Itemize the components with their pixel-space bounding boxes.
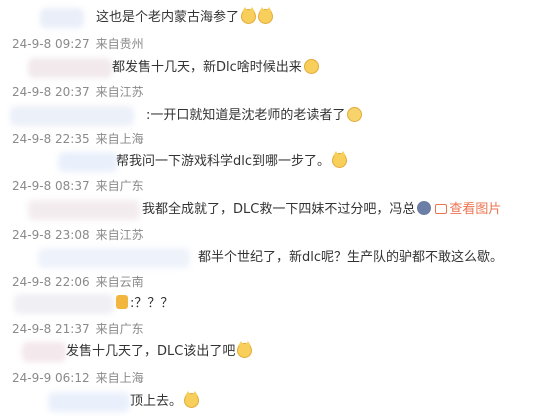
comment-row: 顶上去。 xyxy=(0,390,550,414)
comment-row: 发售十几天了，DLC该出了吧 xyxy=(0,340,550,364)
blurred-username xyxy=(14,294,114,314)
comment-text: 顶上去。 xyxy=(130,391,200,413)
cat-emoji-icon xyxy=(332,151,348,168)
comment-text: 都半个世纪了，新dlc呢？生产队的驴都不敢这么歇。 xyxy=(198,250,504,265)
blurred-username xyxy=(48,392,130,412)
comment-meta: 24-9-8 23:08 来自江苏 xyxy=(12,228,144,242)
comment-meta: 24-9-8 08:37 来自广东 xyxy=(12,179,144,193)
comment-text: 这也是个老内蒙古海参了 xyxy=(96,7,274,29)
comment-text: 我都全成就了，DLC救一下四妹不过分吧，冯总 查看图片 xyxy=(142,201,502,217)
badge-icon xyxy=(116,295,128,309)
cat-emoji-icon xyxy=(241,7,257,24)
view-image-link[interactable]: 查看图片 xyxy=(449,202,501,217)
comment-row: 帮我问一下游戏科学dlc到哪一步了。 xyxy=(0,150,550,174)
comment-text: :一开口就知道是沈老师的老读者了 xyxy=(146,105,363,127)
comment-row: 都发售十几天，新Dlc啥时候出来 xyxy=(0,56,550,80)
blurred-username xyxy=(38,248,190,268)
laugh-emoji-icon xyxy=(347,107,363,122)
comment-meta: 24-9-8 22:06 来自云南 xyxy=(12,275,144,289)
comment-meta: 24-9-8 21:37 来自广东 xyxy=(12,322,144,336)
comment-row: :？？？ xyxy=(0,292,550,316)
comment-text: 发售十几天了，DLC该出了吧 xyxy=(66,341,253,363)
blurred-username xyxy=(10,106,134,126)
emoji-icon xyxy=(303,59,319,74)
comment-row: 我都全成就了，DLC救一下四妹不过分吧，冯总 查看图片 xyxy=(0,198,550,222)
comment-meta: 24-9-9 06:12 来自上海 xyxy=(12,371,144,385)
comment-text: 帮我问一下游戏科学dlc到哪一步了。 xyxy=(116,151,348,173)
blurred-username xyxy=(28,200,140,220)
comment-row: :一开口就知道是沈老师的老读者了 xyxy=(0,104,550,128)
blurred-username xyxy=(40,8,84,28)
blurred-username xyxy=(22,342,66,362)
blurred-username xyxy=(28,58,112,78)
cat-emoji-icon xyxy=(258,7,274,24)
comment-meta: 24-9-8 22:35 来自上海 xyxy=(12,132,144,146)
comment-text: 都发售十几天，新Dlc啥时候出来 xyxy=(112,57,319,79)
cat-emoji-icon xyxy=(184,391,200,408)
comment-text: :？？？ xyxy=(116,293,173,315)
comment-meta: 24-9-8 09:27 来自贵州 xyxy=(12,37,144,51)
image-icon[interactable] xyxy=(435,204,448,214)
blurred-username xyxy=(58,152,118,172)
user-avatar-icon xyxy=(417,201,432,215)
comment-row: 这也是个老内蒙古海参了 xyxy=(0,6,550,30)
comment-row: 都半个世纪了，新dlc呢？生产队的驴都不敢这么歇。 xyxy=(0,246,550,270)
cat-emoji-icon xyxy=(237,341,253,358)
comment-meta: 24-9-8 20:37 来自江苏 xyxy=(12,85,144,99)
